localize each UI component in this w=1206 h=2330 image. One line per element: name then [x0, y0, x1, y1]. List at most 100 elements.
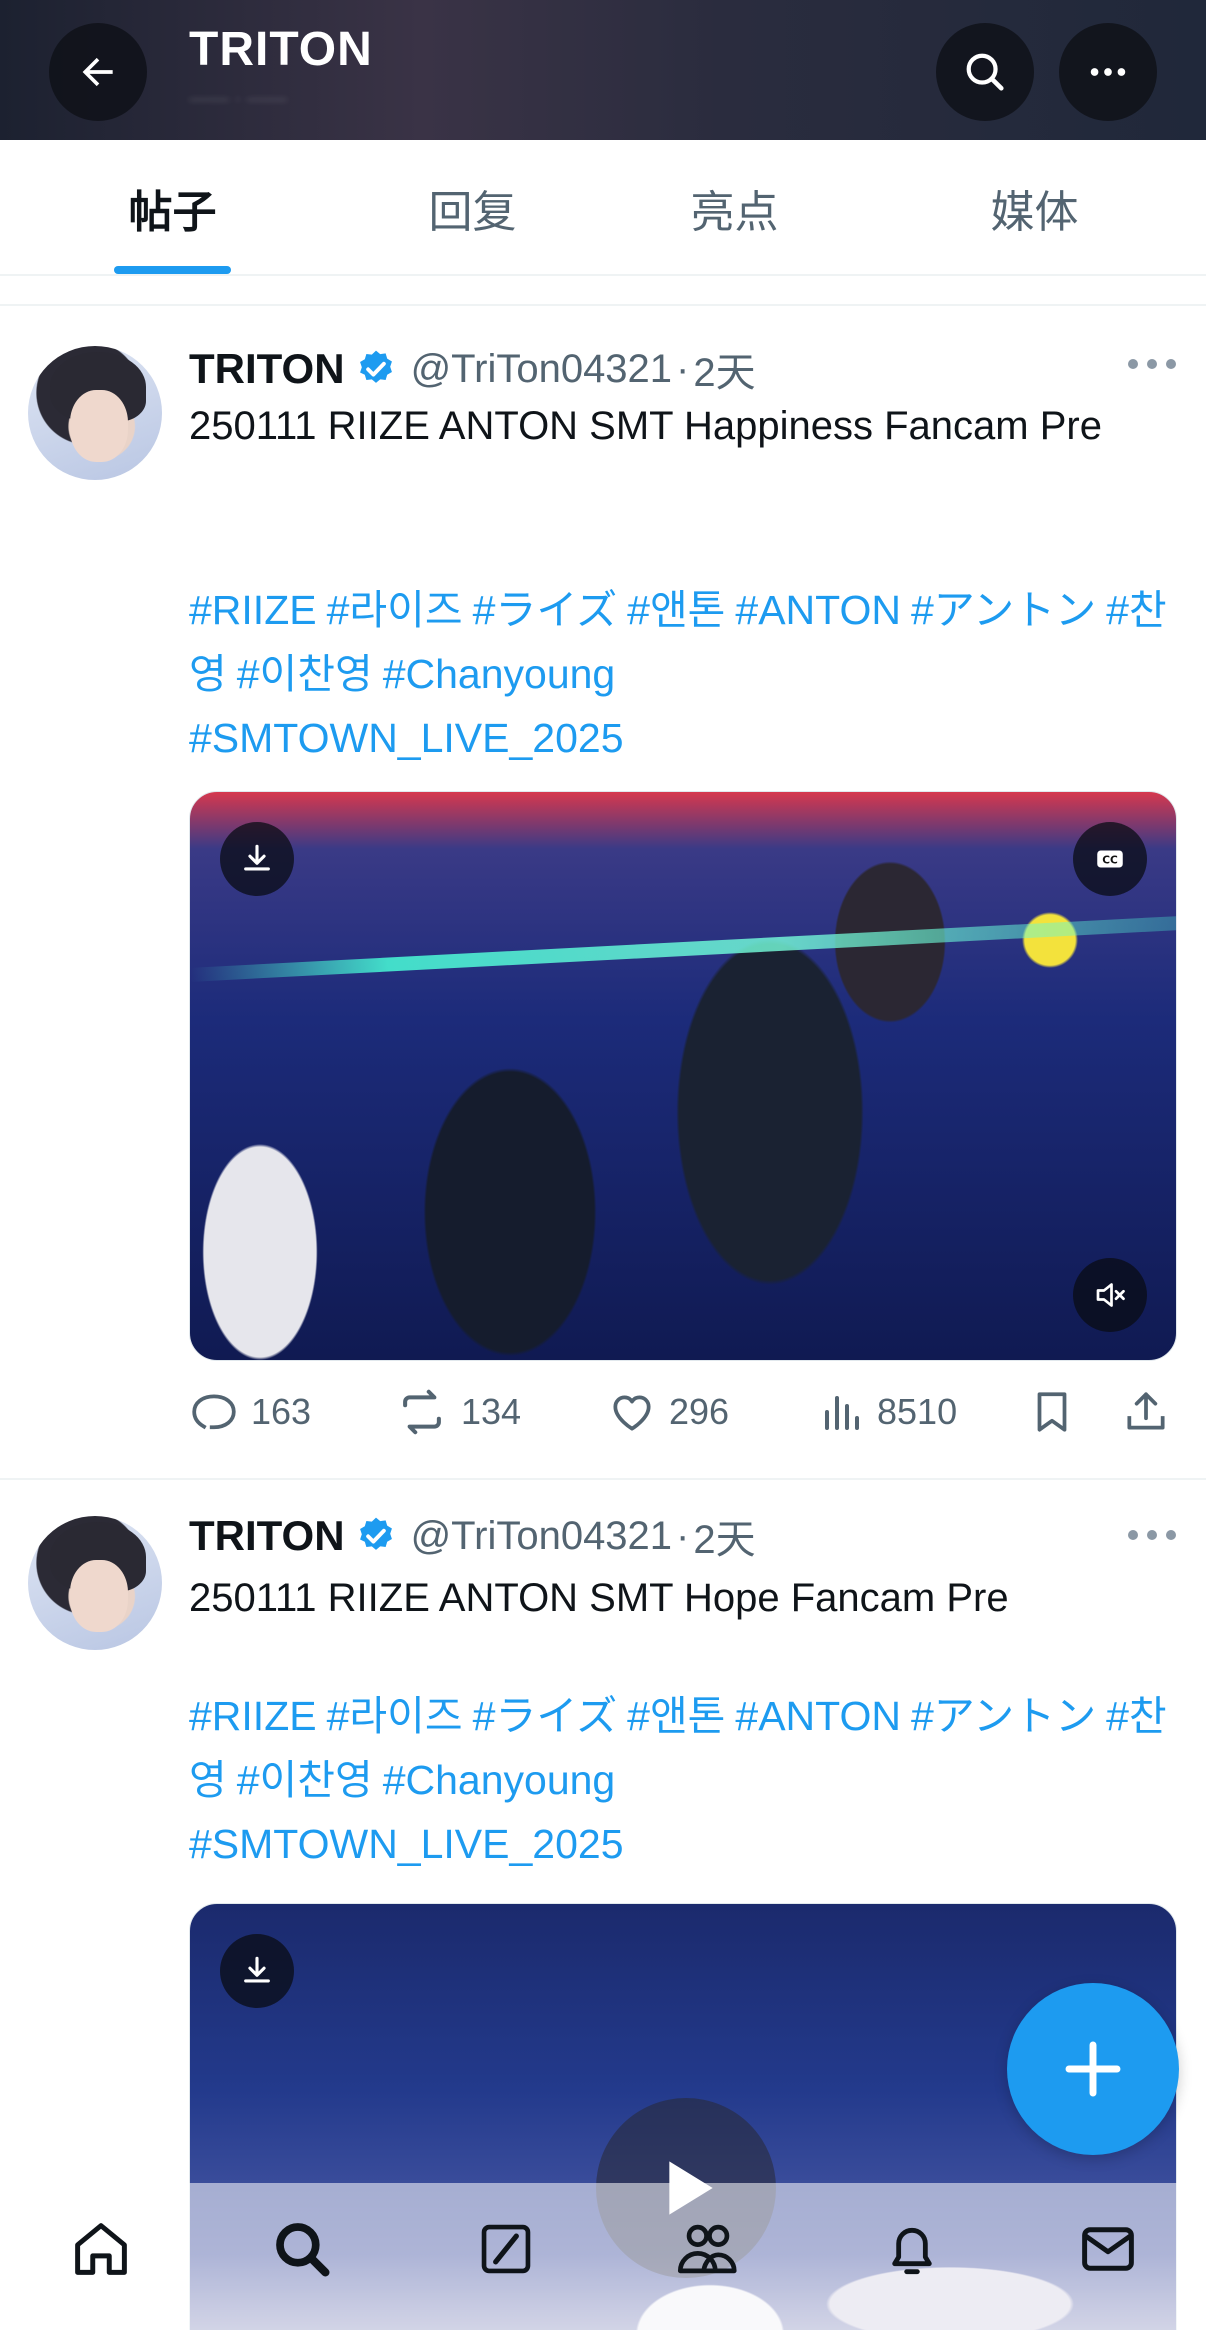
hashtag[interactable]: #アントン	[911, 587, 1096, 633]
profile-header: TRITON —— · ——	[0, 0, 1206, 140]
nav-messages[interactable]	[1068, 2209, 1148, 2289]
post-text: 250111 RIIZE ANTON SMT Hope Fancam Pre	[189, 1576, 1009, 1620]
plus-icon	[1065, 2041, 1121, 2097]
reply-button[interactable]: 163	[189, 1382, 311, 1442]
author-name[interactable]: TRITON	[189, 1512, 345, 1560]
hashtag[interactable]: #ANTON	[735, 1693, 901, 1739]
post-hashtags: #RIIZE #라이즈 #ライズ #앤톤 #ANTON #アントン #찬영 #이찬영 #Chan…	[189, 578, 1189, 770]
share-icon	[1127, 1392, 1165, 1430]
post-time[interactable]: 2天	[693, 1507, 755, 1565]
hashtag[interactable]: #라이즈	[327, 587, 463, 633]
views-button[interactable]: 8510	[817, 1382, 957, 1442]
home-icon	[75, 2223, 127, 2275]
back-button[interactable]	[49, 23, 147, 121]
verified-badge-icon	[359, 350, 392, 383]
author-name[interactable]: TRITON	[189, 345, 345, 393]
tab-posts[interactable]: 帖子	[50, 140, 295, 276]
nav-home[interactable]	[61, 2209, 141, 2289]
hashtag[interactable]: #앤톤	[627, 587, 725, 633]
hashtag[interactable]: #SMTOWN_LIVE_2025	[189, 715, 624, 761]
hashtag[interactable]: #Chanyoung	[383, 651, 616, 697]
reply-icon	[192, 1394, 236, 1430]
heart-icon	[613, 1395, 651, 1431]
hashtag[interactable]: #ANTON	[735, 587, 901, 633]
post-time[interactable]: 2天	[693, 340, 755, 398]
download-button[interactable]	[220, 1934, 294, 2008]
bookmark-button[interactable]	[1027, 1382, 1077, 1442]
tab-replies[interactable]: 回复	[350, 140, 595, 276]
video-frame-light	[190, 916, 1176, 982]
bottom-nav	[0, 2183, 1206, 2330]
mute-icon	[1096, 1283, 1125, 1307]
tab-media[interactable]: 媒体	[912, 140, 1157, 276]
messages-icon	[1082, 2227, 1134, 2271]
hashtag[interactable]: #이찬영	[237, 651, 373, 697]
grok-icon	[481, 2224, 531, 2274]
mute-button[interactable]	[1073, 1258, 1147, 1332]
hashtag[interactable]: #라이즈	[327, 1693, 463, 1739]
post-meta: TRITON @TriTon04321 · 2天	[189, 1508, 756, 1564]
like-button[interactable]: 296	[607, 1382, 729, 1442]
nav-grok[interactable]	[466, 2209, 546, 2289]
hashtag[interactable]: #앤톤	[627, 1693, 725, 1739]
avatar-face	[70, 390, 128, 462]
hashtag[interactable]: #ライズ	[473, 1693, 618, 1739]
hashtag[interactable]: #ライズ	[473, 587, 618, 633]
compose-button[interactable]	[1007, 1983, 1179, 2155]
avatar-face	[70, 1560, 128, 1632]
repost-count: 134	[461, 1391, 522, 1432]
nav-notifications[interactable]	[872, 2209, 952, 2289]
views-count: 8510	[877, 1391, 958, 1432]
download-icon	[244, 844, 270, 871]
search-icon	[966, 53, 1004, 91]
post-item[interactable]: TRITON @TriTon04321 · 2天 250111 RIIZE AN…	[0, 308, 1206, 1478]
download-icon	[244, 1956, 270, 1983]
cc-icon: CC	[1097, 850, 1123, 868]
active-tab-indicator	[114, 266, 231, 274]
nav-communities[interactable]	[668, 2209, 748, 2289]
avatar[interactable]	[28, 346, 162, 480]
nav-search[interactable]	[262, 2209, 342, 2289]
header-subtitle: —— · ——	[189, 88, 287, 110]
post-text: 250111 RIIZE ANTON SMT Happiness Fancam …	[189, 404, 1102, 448]
avatar[interactable]	[28, 1516, 162, 1650]
repost-button[interactable]: 134	[395, 1382, 521, 1442]
header-title: TRITON	[189, 23, 373, 76]
hashtag[interactable]: #Chanyoung	[383, 1757, 616, 1803]
post-hashtags: #RIIZE #라이즈 #ライズ #앤톤 #ANTON #アントン #찬영 #이찬영 #Chan…	[189, 1684, 1189, 1876]
hashtag[interactable]: #RIIZE	[189, 1693, 317, 1739]
hashtag[interactable]: #SMTOWN_LIVE_2025	[189, 1821, 624, 1867]
reply-count: 163	[251, 1391, 312, 1432]
profile-tabs: 帖子 回复 亮点 媒体	[0, 140, 1206, 276]
hashtag[interactable]: #アントン	[911, 1693, 1096, 1739]
author-handle[interactable]: @TriTon04321	[411, 347, 672, 392]
post-more-button[interactable]	[1128, 1525, 1176, 1545]
post-more-button[interactable]	[1128, 354, 1176, 374]
more-horizontal-icon	[1090, 68, 1126, 76]
svg-text:CC: CC	[1102, 854, 1118, 867]
search-button[interactable]	[936, 23, 1034, 121]
arrow-left-icon	[82, 57, 113, 87]
captions-button[interactable]: CC	[1073, 822, 1147, 896]
post-meta: TRITON @TriTon04321 · 2天	[189, 341, 756, 397]
meta-separator: ·	[676, 1513, 690, 1558]
hashtag[interactable]: #이찬영	[237, 1757, 373, 1803]
views-icon	[825, 1396, 859, 1430]
post-video[interactable]: CC	[189, 791, 1177, 1361]
author-handle[interactable]: @TriTon04321	[411, 1514, 672, 1559]
verified-badge-icon	[359, 1517, 392, 1550]
tab-highlights[interactable]: 亮点	[612, 140, 857, 276]
share-button[interactable]	[1121, 1382, 1171, 1442]
notifications-icon	[892, 2227, 932, 2275]
section-separator	[0, 276, 1206, 306]
communities-icon	[677, 2224, 737, 2274]
more-button[interactable]	[1059, 23, 1157, 121]
like-count: 296	[669, 1391, 730, 1432]
meta-separator: ·	[676, 346, 690, 391]
post-actions: 163 134 296 8510	[189, 1382, 1179, 1442]
search-icon	[276, 2223, 330, 2277]
repost-icon	[403, 1389, 441, 1435]
bookmark-icon	[1037, 1392, 1067, 1432]
download-button[interactable]	[220, 822, 294, 896]
hashtag[interactable]: #RIIZE	[189, 587, 317, 633]
